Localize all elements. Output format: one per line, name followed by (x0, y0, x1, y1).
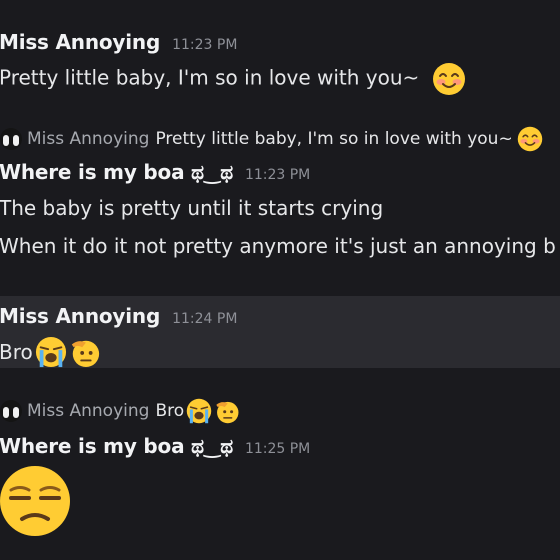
reply-preview[interactable]: Miss Annoying Bro (0, 398, 240, 424)
message-text: Bro (0, 340, 33, 364)
smiling-face-with-blush-icon (517, 126, 543, 152)
reply-author[interactable]: Miss Annoying (27, 401, 149, 421)
message-line: When it do it not pretty anymore it's ju… (0, 234, 556, 258)
unamused-face-icon (0, 464, 72, 542)
message-3: Miss Annoying 11:24 PM Bro (0, 296, 560, 368)
author-name[interactable]: Miss Annoying (0, 304, 160, 328)
message-line: The baby is pretty until it starts cryin… (0, 196, 384, 220)
reply-preview[interactable]: Miss Annoying Pretty little baby, I'm so… (0, 126, 543, 152)
author-name[interactable]: Miss Annoying (0, 30, 160, 54)
message-4: Miss Annoying Bro Where is my boa ಥ‿ಥ 11… (0, 394, 560, 560)
smiling-face-with-blush-icon (432, 62, 466, 96)
reply-text[interactable]: Pretty little baby, I'm so in love with … (155, 129, 512, 149)
reply-author[interactable]: Miss Annoying (27, 129, 149, 149)
saluting-face-icon (69, 336, 101, 368)
reply-text[interactable]: Bro (155, 401, 184, 421)
message-1: Miss Annoying 11:23 PM Pretty little bab… (0, 26, 560, 96)
loudly-crying-face-icon (186, 398, 212, 424)
saluting-face-icon (214, 398, 240, 424)
timestamp[interactable]: 11:25 PM (245, 441, 310, 457)
loudly-crying-face-icon (35, 336, 67, 368)
avatar[interactable] (0, 400, 22, 422)
avatar[interactable] (0, 128, 22, 150)
author-name[interactable]: Where is my boa ಥ‿ಥ (0, 434, 233, 458)
message-text: Pretty little baby, I'm so in love with … (0, 65, 420, 90)
timestamp[interactable]: 11:23 PM (172, 37, 237, 53)
message-2: Miss Annoying Pretty little baby, I'm so… (0, 122, 560, 272)
timestamp[interactable]: 11:24 PM (172, 311, 237, 327)
author-name[interactable]: Where is my boa ಥ‿ಥ (0, 160, 233, 184)
timestamp[interactable]: 11:23 PM (245, 167, 310, 183)
